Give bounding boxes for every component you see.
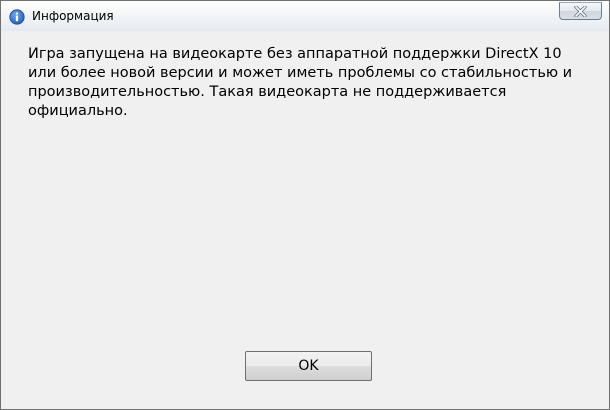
info-dialog-window: Информация Игра запущена на видеокарте б… [0, 0, 610, 410]
close-button[interactable] [559, 2, 602, 20]
window-title: Информация [32, 9, 114, 23]
message-text: Игра запущена на видеокарте без аппаратн… [28, 46, 573, 119]
dialog-content: Игра запущена на видеокарте без аппаратн… [1, 31, 609, 409]
title-bar[interactable]: Информация [1, 1, 609, 31]
close-icon [574, 6, 587, 17]
info-icon [9, 9, 25, 25]
ok-button[interactable]: OK [245, 351, 372, 381]
